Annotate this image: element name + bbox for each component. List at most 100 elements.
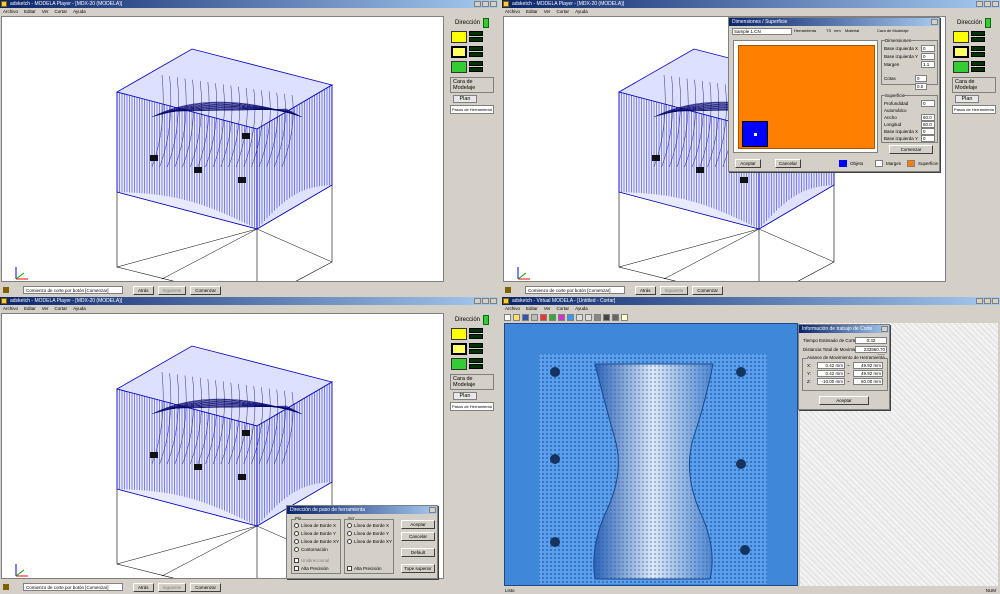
minimize-button[interactable] xyxy=(976,298,983,304)
menu-ayuda[interactable]: Ayuda xyxy=(575,305,588,312)
dialog-close-button[interactable] xyxy=(881,326,888,332)
alta-precision-left-option[interactable]: Alta Precisión xyxy=(294,566,329,572)
maximize-button[interactable] xyxy=(482,1,489,7)
open-icon[interactable] xyxy=(513,313,520,321)
alta-precision-left-checkbox[interactable] xyxy=(294,566,299,572)
surface-preview-canvas[interactable] xyxy=(733,40,878,153)
siguiente-button[interactable]: Siguiente xyxy=(157,285,187,295)
green-cube-icon[interactable] xyxy=(953,61,969,73)
pla-radio[interactable] xyxy=(294,547,299,553)
close-button[interactable] xyxy=(992,1,999,7)
scr-option[interactable]: Línea de Borde Y xyxy=(347,531,389,537)
dims-field-value[interactable]: 0 xyxy=(921,53,935,60)
pasos-herramienta[interactable]: Pasos de Herramienta xyxy=(952,105,996,114)
zoom-out-icon[interactable] xyxy=(585,313,592,321)
tab-material[interactable]: Material xyxy=(845,28,875,37)
yellow-cube-icon[interactable] xyxy=(953,31,969,43)
minimize-button[interactable] xyxy=(474,298,481,304)
close-button[interactable] xyxy=(992,298,999,304)
pla-option[interactable]: Línea de Borde XY xyxy=(294,539,339,545)
menu-archivo[interactable]: Archivo xyxy=(3,8,18,15)
plan-selector[interactable]: Plan xyxy=(453,392,477,400)
pla-radio[interactable] xyxy=(294,531,299,537)
menu-archivo[interactable]: Archivo xyxy=(505,305,520,312)
yellow-selected-cube-icon[interactable] xyxy=(953,46,969,58)
siguiente-button[interactable]: Siguiente xyxy=(659,285,689,295)
menu-ver[interactable]: Ver xyxy=(544,305,551,312)
print-icon[interactable] xyxy=(531,313,538,321)
siguiente-button[interactable]: Siguiente xyxy=(157,582,187,592)
menu-editar[interactable]: Editar xyxy=(24,305,36,312)
surface-field-value[interactable]: 60.0 xyxy=(921,114,935,121)
dims-field-value[interactable]: 1.1 xyxy=(921,61,935,68)
comenzar-button[interactable]: Comenzar xyxy=(190,582,222,592)
minimize-button[interactable] xyxy=(976,1,983,7)
green-cube-icon[interactable] xyxy=(451,358,467,370)
menu-editar[interactable]: Editar xyxy=(526,8,538,15)
rotate-icon[interactable] xyxy=(594,313,601,321)
menu-cortar[interactable]: Cortar xyxy=(557,8,570,15)
plan-selector[interactable]: Plan xyxy=(955,95,979,103)
pla-option[interactable]: Línea de Borde X xyxy=(294,523,336,529)
scr-option[interactable]: Línea de Borde XY xyxy=(347,539,392,545)
dialog-close-button[interactable] xyxy=(429,507,436,513)
pasos-herramienta[interactable]: Pasos de Herramienta xyxy=(450,105,494,114)
yellow-selected-cube-icon[interactable] xyxy=(451,46,467,58)
close-button[interactable] xyxy=(490,298,497,304)
simulation-viewport[interactable] xyxy=(504,323,798,586)
aceptar-button[interactable]: Aceptar xyxy=(401,520,435,529)
tope-superior-button[interactable]: Tope superior xyxy=(401,564,435,573)
direction-green-icon[interactable] xyxy=(483,315,489,325)
play-icon[interactable] xyxy=(603,313,610,321)
cut-icon[interactable] xyxy=(540,313,547,321)
maximize-button[interactable] xyxy=(984,298,991,304)
menu-editar[interactable]: Editar xyxy=(24,8,36,15)
yellow-selected-cube-icon[interactable] xyxy=(451,343,467,355)
pla-radio[interactable] xyxy=(294,523,299,529)
cotas-value-2[interactable]: 0.0 xyxy=(915,83,927,90)
tab-file[interactable]: Sample 1.CN xyxy=(732,28,792,35)
menu-archivo[interactable]: Archivo xyxy=(3,305,18,312)
alta-precision-right-option[interactable]: Alta Precisión xyxy=(347,566,382,572)
scr-option[interactable]: Línea de Borde X xyxy=(347,523,389,529)
surface-field-value[interactable]: 60.0 xyxy=(921,121,935,128)
menu-ayuda[interactable]: Ayuda xyxy=(575,8,588,15)
green-cube-icon[interactable] xyxy=(451,61,467,73)
yellow-cube-icon[interactable] xyxy=(451,328,467,340)
surface-field-value[interactable]: 0 xyxy=(921,128,935,135)
menu-ver[interactable]: Ver xyxy=(42,8,49,15)
pla-option[interactable]: Línea de Borde Y xyxy=(294,531,336,537)
menu-cortar[interactable]: Cortar xyxy=(55,8,68,15)
pasos-herramienta[interactable]: Pasos de Herramienta xyxy=(450,402,494,411)
model-viewport[interactable] xyxy=(1,16,444,282)
view-front-icon[interactable] xyxy=(558,313,565,321)
comenzar-button[interactable]: Comenzar xyxy=(889,145,933,154)
menu-archivo[interactable]: Archivo xyxy=(505,8,520,15)
scr-radio[interactable] xyxy=(347,539,352,545)
default-button[interactable]: Default xyxy=(401,548,435,557)
yellow-cube-icon[interactable] xyxy=(451,31,467,43)
new-icon[interactable] xyxy=(504,313,511,321)
help-icon[interactable] xyxy=(621,313,628,321)
object-handle[interactable] xyxy=(742,121,768,147)
scr-radio[interactable] xyxy=(347,531,352,537)
close-button[interactable] xyxy=(490,1,497,7)
atras-button[interactable]: Atrás xyxy=(133,582,154,592)
tab-cara[interactable]: Cara de Modelaje xyxy=(877,28,917,37)
tab-herramienta[interactable]: Herramienta xyxy=(794,28,824,37)
menu-cortar[interactable]: Cortar xyxy=(557,305,570,312)
cancelar-button[interactable]: Cancelar xyxy=(401,532,435,541)
atras-button[interactable]: Atrás xyxy=(133,285,154,295)
aceptar-button[interactable]: Aceptar xyxy=(735,159,761,168)
comenzar-button[interactable]: Comenzar xyxy=(190,285,222,295)
menu-ver[interactable]: Ver xyxy=(544,8,551,15)
menu-cortar[interactable]: Cortar xyxy=(55,305,68,312)
stop-icon[interactable] xyxy=(612,313,619,321)
save-icon[interactable] xyxy=(522,313,529,321)
view-side-icon[interactable] xyxy=(567,313,574,321)
surface-field-value[interactable]: 0 xyxy=(921,135,935,142)
direction-green-icon[interactable] xyxy=(483,18,489,28)
view-top-icon[interactable] xyxy=(549,313,556,321)
maximize-button[interactable] xyxy=(482,298,489,304)
menu-editar[interactable]: Editar xyxy=(526,305,538,312)
